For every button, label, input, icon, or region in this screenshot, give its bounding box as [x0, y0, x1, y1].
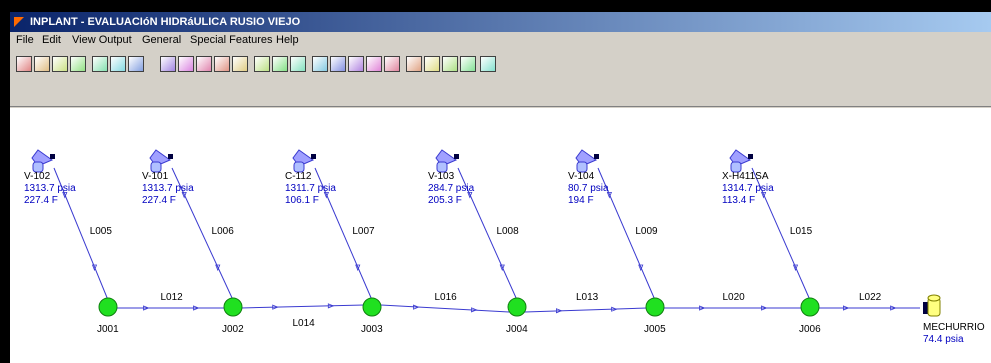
fit-icon[interactable]	[330, 56, 346, 72]
link-label-l006: L006	[212, 226, 235, 237]
zoom-in-icon[interactable]	[406, 56, 422, 72]
menu-general[interactable]: General	[142, 34, 181, 46]
junction-label-j004: J004	[506, 324, 528, 335]
source-temperature: 194 F	[568, 195, 594, 206]
vessel-outlet-icon	[454, 154, 459, 159]
menu-help[interactable]: Help	[276, 34, 299, 46]
junction-label-j002: J002	[222, 324, 244, 335]
link-label-l009: L009	[635, 226, 658, 237]
junction-icon[interactable]	[196, 56, 212, 72]
source-pressure: 284.7 psia	[428, 183, 475, 194]
vessel-outlet-icon	[168, 154, 173, 159]
junction-j003[interactable]	[362, 297, 382, 317]
open-folder-icon[interactable]	[52, 56, 68, 72]
link-label-l013: L013	[576, 292, 599, 303]
menu-special-features[interactable]: Special Features	[190, 34, 273, 46]
vessel-outlet-icon	[594, 154, 599, 159]
network-icon[interactable]	[366, 56, 382, 72]
app-icon	[14, 17, 24, 27]
table-icon[interactable]	[272, 56, 288, 72]
source-temperature: 227.4 F	[24, 195, 58, 206]
junction-label-j001: J001	[97, 324, 119, 335]
source-temperature: 113.4 F	[722, 195, 755, 206]
source-pressure: 1311.7 psia	[285, 183, 336, 194]
sink-cap-icon	[927, 294, 941, 302]
run-icon[interactable]	[92, 56, 108, 72]
window-title: INPLANT - EVALUACIóN HIDRáULICA RUSIO VI…	[30, 16, 301, 28]
source-id-v-104: V-104	[568, 171, 595, 182]
junction-label-j005: J005	[644, 324, 666, 335]
ruler-icon[interactable]	[312, 56, 328, 72]
print-icon[interactable]	[128, 56, 144, 72]
pipe-icon[interactable]	[160, 56, 176, 72]
source-id-c-112: C-112	[285, 171, 312, 182]
new-icon[interactable]	[16, 56, 32, 72]
drawing-canvas[interactable]: L005 L006 L007 L008 L009 L015 V-102 1313.7 psia…	[10, 108, 991, 363]
link-label-l016: L016	[435, 292, 458, 303]
sink-inlet-icon	[923, 302, 928, 314]
link-label-l005: L005	[90, 226, 113, 237]
junction-j004[interactable]	[507, 297, 527, 317]
vessel-outlet-icon	[748, 154, 753, 159]
network-diagram[interactable]: L005 L006 L007 L008 L009 L015V-1021313.7 psia…	[10, 108, 991, 363]
junction-j002[interactable]	[223, 297, 243, 317]
source-pressure: 80.7 psia	[568, 183, 609, 194]
grid-icon[interactable]	[254, 56, 270, 72]
link-l016[interactable]	[379, 304, 510, 313]
menu-edit[interactable]: Edit	[42, 34, 61, 46]
vessel-outlet-icon	[311, 154, 316, 159]
zoom-out-icon[interactable]	[424, 56, 440, 72]
source-pressure: 1313.7 psia	[24, 183, 76, 194]
link-label-l015: L015	[790, 226, 813, 237]
junction-label-j003: J003	[361, 324, 383, 335]
link-label-l022: L022	[859, 292, 882, 303]
junction-j001[interactable]	[98, 297, 118, 317]
title-bar: INPLANT - EVALUACIóN HIDRáULICA RUSIO VI…	[10, 12, 991, 32]
source-pressure: 1313.7 psia	[142, 183, 194, 194]
edit-icon[interactable]	[460, 56, 476, 72]
save-icon[interactable]	[70, 56, 86, 72]
binoculars-icon[interactable]	[480, 56, 496, 72]
source-pressure: 1314.7 psia	[722, 183, 774, 194]
junction-j006[interactable]	[800, 297, 820, 317]
junction-j005[interactable]	[645, 297, 665, 317]
sink-id: MECHURRIO	[923, 322, 985, 333]
application-window: INPLANT - EVALUACIóN HIDRáULICA RUSIO VI…	[10, 12, 991, 363]
menu-view-output[interactable]: View Output	[72, 34, 132, 46]
link-label-l008: L008	[496, 226, 519, 237]
menu-file[interactable]: File	[16, 34, 34, 46]
source-id-v-101: V-101	[142, 171, 169, 182]
source-temperature: 106.1 F	[285, 195, 319, 206]
menu-bar: File Edit View Output General Special Fe…	[10, 32, 991, 50]
toolbar	[10, 50, 991, 107]
source-temperature: 227.4 F	[142, 195, 176, 206]
link-label-l012: L012	[161, 292, 184, 303]
globe-icon[interactable]	[384, 56, 400, 72]
source-id-v-102: V-102	[24, 171, 51, 182]
link-label-l020: L020	[723, 292, 746, 303]
link-label-l014: L014	[293, 318, 316, 329]
open-icon[interactable]	[34, 56, 50, 72]
zoom-window-icon[interactable]	[442, 56, 458, 72]
vessel-outlet-icon	[50, 154, 55, 159]
node-icon[interactable]	[232, 56, 248, 72]
source-id-v-103: V-103	[428, 171, 455, 182]
sink-pressure: 74.4 psia	[923, 334, 964, 345]
link-label-l007: L007	[352, 226, 375, 237]
report-icon[interactable]	[110, 56, 126, 72]
snowflake-icon[interactable]	[290, 56, 306, 72]
link-l013[interactable]	[524, 307, 648, 313]
source-id-x-h411sa: X-H411SA	[722, 171, 769, 182]
valve-icon[interactable]	[214, 56, 230, 72]
line-icon[interactable]	[348, 56, 364, 72]
arrow-icon[interactable]	[178, 56, 194, 72]
junction-label-j006: J006	[799, 324, 821, 335]
source-temperature: 205.3 F	[428, 195, 462, 206]
link-l014[interactable]	[240, 304, 365, 309]
